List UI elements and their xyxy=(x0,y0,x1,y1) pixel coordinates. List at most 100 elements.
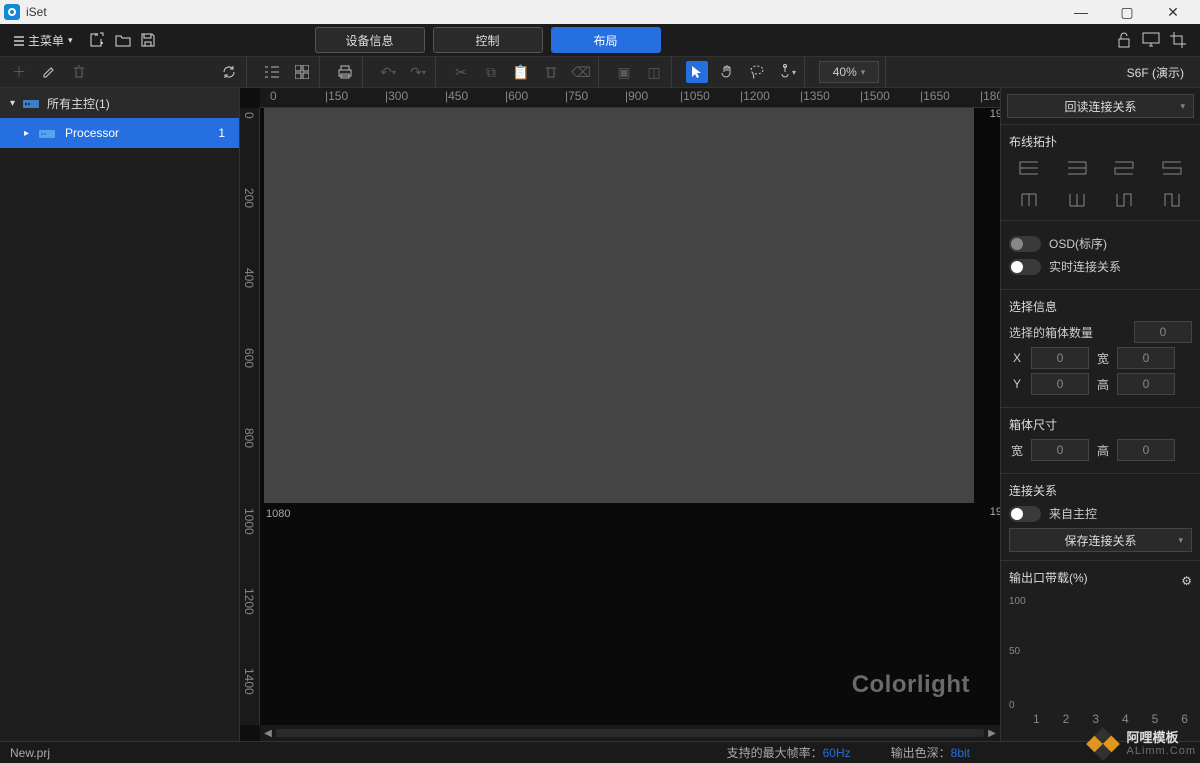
tree-item-count: 1 xyxy=(218,126,225,140)
status-filename: New.prj xyxy=(10,746,50,760)
bandwidth-chart: 100 50 0 123456 xyxy=(1009,596,1192,726)
main-menu-label: 主菜单 xyxy=(28,32,64,49)
open-folder-icon[interactable] xyxy=(115,33,131,47)
scroll-right-icon[interactable]: ▶ xyxy=(984,728,1000,739)
tab-device-info[interactable]: 设备信息 xyxy=(315,27,425,53)
scroll-left-icon[interactable]: ◀ xyxy=(260,728,276,739)
topo-preset-3[interactable] xyxy=(1105,156,1145,180)
menubar: 主菜单 ▾ 设备信息 控制 布局 xyxy=(0,24,1200,56)
h-label: 高 xyxy=(1095,376,1111,393)
app-logo-icon xyxy=(4,4,20,20)
from-master-toggle[interactable] xyxy=(1009,506,1041,522)
main-menu-button[interactable]: 主菜单 ▾ xyxy=(8,28,79,53)
tree-item-label: Processor xyxy=(65,126,119,140)
sel-count-value: 0 xyxy=(1134,321,1192,343)
chevron-down-icon: ▾ xyxy=(68,35,73,46)
grid-icon[interactable] xyxy=(291,61,313,83)
tab-control[interactable]: 控制 xyxy=(433,27,543,53)
page-watermark: 阿哩模板ALimm.Com xyxy=(1086,727,1196,761)
topo-preset-8[interactable] xyxy=(1152,188,1192,212)
tree-item-processor[interactable]: ▸ Processor 1 xyxy=(0,118,239,148)
minimize-button[interactable]: — xyxy=(1058,4,1104,21)
right-panel: 回读连接关系▾ 布线拓扑 OSD(标序) 实时连接关系 xyxy=(1000,88,1200,741)
group-icon[interactable]: ▣ xyxy=(613,61,635,83)
maximize-button[interactable]: ▢ xyxy=(1104,4,1150,21)
print-icon[interactable] xyxy=(334,61,356,83)
brand-watermark: Colorlight xyxy=(852,671,970,699)
h-input[interactable]: 0 xyxy=(1117,373,1175,395)
sel-count-label: 选择的箱体数量 xyxy=(1009,324,1128,341)
gear-icon[interactable]: ⚙ xyxy=(1181,569,1192,592)
clear-icon[interactable]: ⌫ xyxy=(570,61,592,83)
sw-label: 宽 xyxy=(1009,442,1025,459)
status-depth-value: 8bit xyxy=(951,746,970,760)
device-label: S6F (演示) xyxy=(1127,64,1192,81)
unlock-icon[interactable] xyxy=(1116,32,1132,48)
sw-input[interactable]: 0 xyxy=(1031,439,1089,461)
topo-preset-1[interactable] xyxy=(1009,156,1049,180)
zoom-select[interactable]: 40%▾ xyxy=(819,61,879,83)
paste-icon[interactable]: 📋 xyxy=(510,61,532,83)
monitor-icon[interactable] xyxy=(1142,32,1160,48)
status-rate-value: 60Hz xyxy=(823,746,851,760)
edit-icon[interactable] xyxy=(38,61,60,83)
new-project-icon[interactable] xyxy=(89,32,105,48)
hand-tool-icon[interactable] xyxy=(716,61,738,83)
chevron-down-icon: ▾ xyxy=(1180,101,1185,112)
delete-icon[interactable] xyxy=(540,61,562,83)
status-depth-label: 输出色深： xyxy=(891,746,951,760)
y-input[interactable]: 0 xyxy=(1031,373,1089,395)
redo-icon[interactable]: ↷▾ xyxy=(407,61,429,83)
ungroup-icon[interactable]: ◫ xyxy=(643,61,665,83)
save-icon[interactable] xyxy=(141,33,155,47)
ruler-horizontal: 0|150|300|450|600|750|900|1050|1200|1350… xyxy=(260,88,1000,108)
close-button[interactable]: ✕ xyxy=(1150,4,1196,21)
topo-preset-4[interactable] xyxy=(1152,156,1192,180)
bw-title: 输出口带载(%) xyxy=(1009,569,1181,586)
collapse-icon: ▾ xyxy=(10,98,15,109)
topo-preset-6[interactable] xyxy=(1057,188,1097,212)
scrollbar-vertical[interactable] xyxy=(986,108,1000,725)
touch-tool-icon[interactable]: ▾ xyxy=(776,61,798,83)
window-title: iSet xyxy=(26,5,47,19)
pointer-tool-icon[interactable] xyxy=(686,61,708,83)
undo-icon[interactable]: ↶▾ xyxy=(377,61,399,83)
trash-icon[interactable] xyxy=(68,61,90,83)
refresh-icon[interactable] xyxy=(218,61,240,83)
canvas-screen-rect[interactable] xyxy=(264,108,974,503)
crop-icon[interactable] xyxy=(1170,32,1186,48)
w-input[interactable]: 0 xyxy=(1117,347,1175,369)
sh-input[interactable]: 0 xyxy=(1117,439,1175,461)
statusbar: New.prj 支持的最大帧率：60Hz 输出色深：8bit xyxy=(0,741,1200,763)
chevron-down-icon: ▾ xyxy=(1178,535,1183,546)
processor-icon xyxy=(39,126,55,140)
list-icon[interactable] xyxy=(261,61,283,83)
lasso-tool-icon[interactable] xyxy=(746,61,768,83)
osd-toggle[interactable] xyxy=(1009,236,1041,252)
tab-layout[interactable]: 布局 xyxy=(551,27,661,53)
tree-header[interactable]: ▾ 所有主控(1) xyxy=(0,88,239,118)
copy-icon[interactable]: ⧉ xyxy=(480,61,502,83)
read-connection-dropdown[interactable]: 回读连接关系▾ xyxy=(1007,94,1194,118)
topo-preset-7[interactable] xyxy=(1105,188,1145,212)
scrollbar-horizontal[interactable]: ◀ ▶ xyxy=(260,725,1000,741)
topo-preset-5[interactable] xyxy=(1009,188,1049,212)
hamburger-icon xyxy=(14,33,24,47)
topology-title: 布线拓扑 xyxy=(1009,133,1192,150)
cut-icon[interactable]: ✂ xyxy=(450,61,472,83)
save-connection-dropdown[interactable]: 保存连接关系▾ xyxy=(1009,528,1192,552)
canvas[interactable]: 0|150|300|450|600|750|900|1050|1200|1350… xyxy=(240,88,1000,741)
conn-title: 连接关系 xyxy=(1009,482,1192,499)
x-input[interactable]: 0 xyxy=(1031,347,1089,369)
realtime-toggle[interactable] xyxy=(1009,259,1041,275)
topo-preset-2[interactable] xyxy=(1057,156,1097,180)
expand-icon: ▸ xyxy=(24,128,29,139)
size-title: 箱体尺寸 xyxy=(1009,416,1192,433)
sh-label: 高 xyxy=(1095,442,1111,459)
add-icon[interactable]: ＋ xyxy=(8,61,30,83)
realtime-label: 实时连接关系 xyxy=(1049,258,1121,275)
canvas-height-label: 1080 xyxy=(266,508,290,520)
osd-label: OSD(标序) xyxy=(1049,235,1107,252)
tree-header-label: 所有主控(1) xyxy=(47,95,110,112)
ruler-vertical: 02004006008001000120014001600 xyxy=(240,108,260,725)
